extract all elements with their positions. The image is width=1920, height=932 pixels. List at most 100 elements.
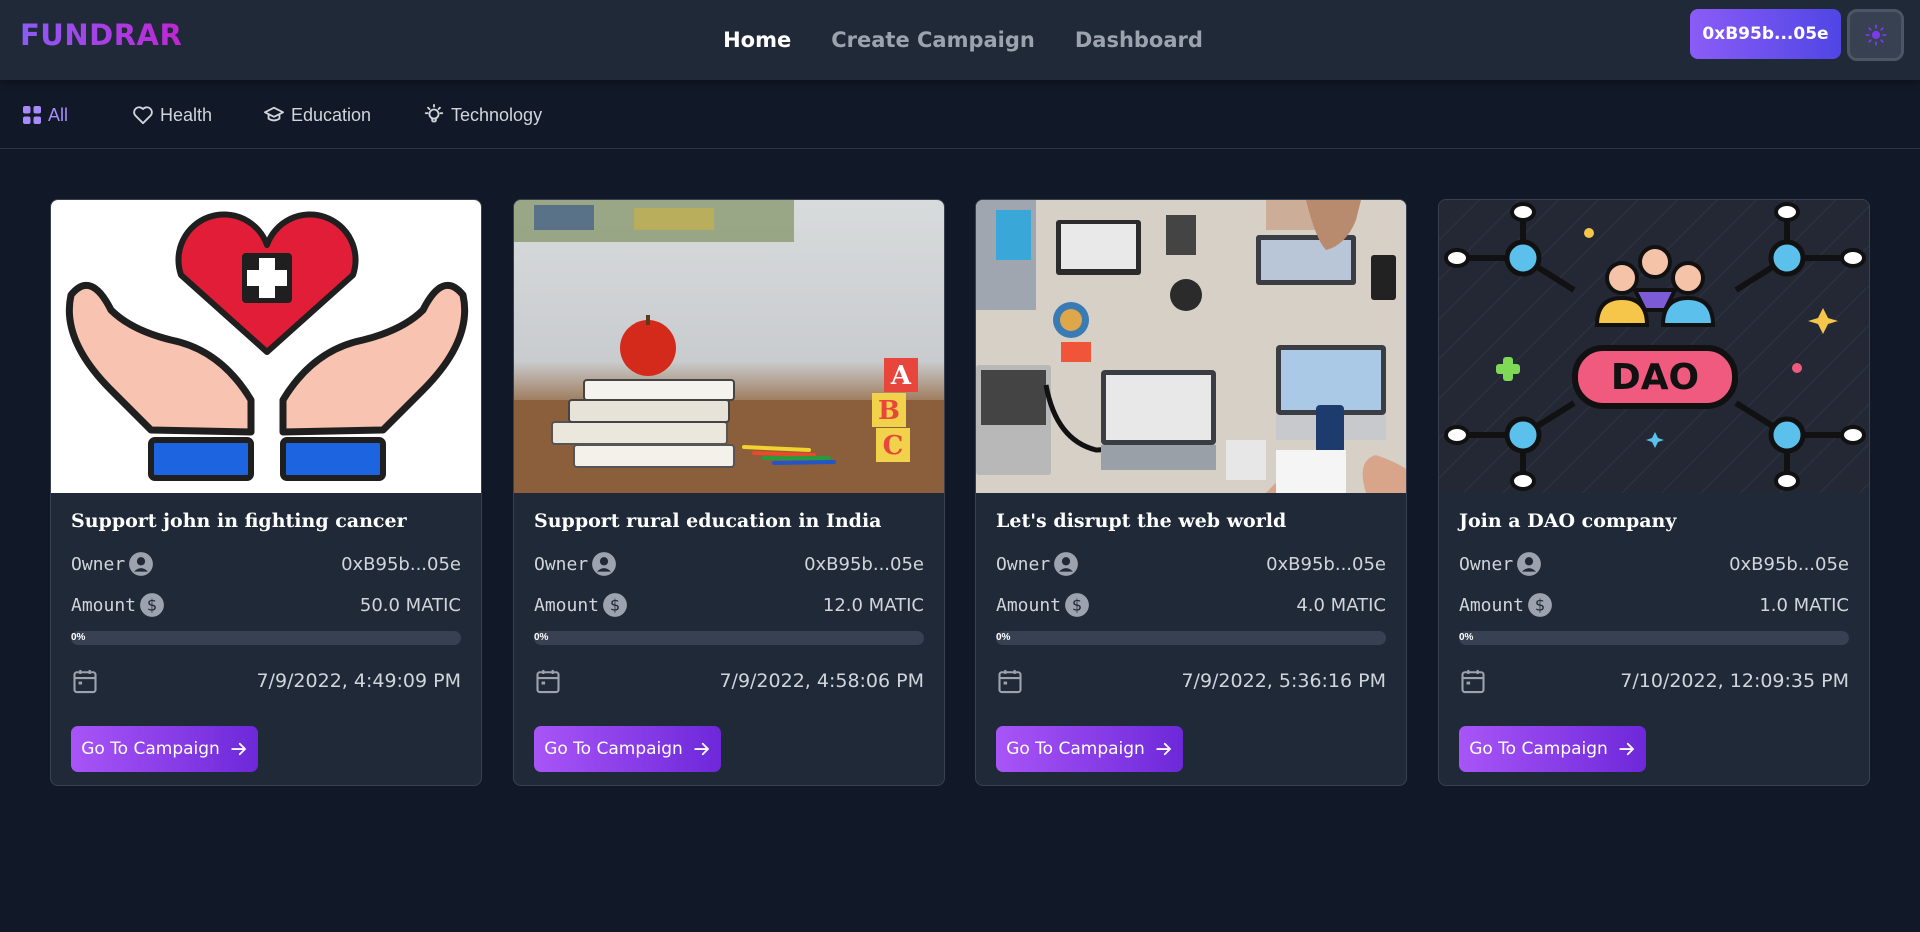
- hands-heart-illustration: [65, 211, 469, 481]
- dollar-circle-icon: $: [140, 593, 164, 617]
- category-health[interactable]: Health: [132, 102, 212, 128]
- amount-value: 4.0 MATIC: [1296, 594, 1386, 616]
- nav-dashboard[interactable]: Dashboard: [1075, 28, 1203, 52]
- campaign-card: Support john in fighting cancer Owner 0x…: [50, 199, 482, 786]
- owner-label: Owner: [996, 553, 1051, 575]
- progress-label: 0%: [1459, 632, 1474, 643]
- progress-bar: 0%: [1459, 631, 1849, 645]
- dollar-circle-icon: $: [1528, 593, 1552, 617]
- campaign-image-technology: [976, 200, 1406, 493]
- arrow-right-icon: [1156, 742, 1171, 756]
- amount-row: Amount $ 1.0 MATIC: [1459, 591, 1849, 619]
- go-to-campaign-button[interactable]: Go To Campaign: [1459, 726, 1646, 772]
- category-technology[interactable]: Technology: [423, 102, 542, 128]
- main-nav: Home Create Campaign Dashboard: [0, 0, 1920, 80]
- date-row: 7/9/2022, 5:36:16 PM: [996, 666, 1386, 696]
- amount-value: 1.0 MATIC: [1759, 594, 1849, 616]
- owner-address: 0xB95b...05e: [341, 553, 461, 575]
- lightbulb-icon: [424, 104, 444, 123]
- campaign-title: Let's disrupt the web world: [996, 510, 1287, 532]
- button-label: Go To Campaign: [81, 739, 220, 759]
- user-circle-icon: [592, 552, 617, 576]
- campaign-title: Support rural education in India: [534, 510, 882, 532]
- user-circle-icon: [129, 552, 154, 576]
- svg-text:$: $: [147, 595, 157, 614]
- sun-icon: [1864, 24, 1887, 46]
- campaign-date: 7/9/2022, 5:36:16 PM: [1181, 670, 1386, 692]
- amount-label: Amount: [534, 594, 600, 616]
- category-education[interactable]: Education: [263, 102, 371, 128]
- button-label: Go To Campaign: [544, 739, 683, 759]
- campaign-image-health: [51, 200, 481, 493]
- svg-text:A: A: [890, 361, 912, 391]
- category-label: Education: [291, 104, 372, 125]
- owner-label: Owner: [534, 553, 589, 575]
- amount-row: Amount $ 50.0 MATIC: [71, 591, 461, 619]
- category-all[interactable]: All: [22, 102, 68, 128]
- campaign-date: 7/9/2022, 4:49:09 PM: [256, 670, 461, 692]
- dao-image-text: DAO: [1611, 357, 1699, 398]
- owner-address: 0xB95b...05e: [1729, 553, 1849, 575]
- amount-value: 50.0 MATIC: [359, 594, 461, 616]
- calendar-icon: [536, 669, 560, 694]
- campaign-title: Support john in fighting cancer: [71, 510, 407, 532]
- svg-text:$: $: [610, 595, 620, 614]
- user-circle-icon: [1517, 552, 1542, 576]
- progress-label: 0%: [996, 632, 1011, 643]
- graduation-cap-icon: [263, 106, 284, 122]
- amount-row: Amount $ 4.0 MATIC: [996, 591, 1386, 619]
- svg-text:C: C: [883, 431, 904, 461]
- owner-address: 0xB95b...05e: [804, 553, 924, 575]
- owner-row: Owner 0xB95b...05e: [1459, 550, 1849, 578]
- go-to-campaign-button[interactable]: Go To Campaign: [996, 726, 1183, 772]
- category-filter-bar: All Health Education Technology: [0, 80, 1920, 149]
- laptops-desk-photo: [976, 200, 1406, 493]
- nav-home[interactable]: Home: [723, 28, 791, 52]
- owner-label: Owner: [71, 553, 126, 575]
- svg-text:B: B: [878, 396, 900, 426]
- campaign-card: Let's disrupt the web world Owner 0xB95b…: [975, 199, 1407, 786]
- button-label: Go To Campaign: [1006, 739, 1145, 759]
- progress-bar: 0%: [534, 631, 924, 645]
- theme-toggle-button[interactable]: [1847, 9, 1904, 61]
- date-row: 7/9/2022, 4:49:09 PM: [71, 666, 461, 696]
- campaign-date: 7/10/2022, 12:09:35 PM: [1620, 670, 1849, 692]
- books-apple-photo: A B C: [514, 200, 944, 493]
- amount-label: Amount: [71, 594, 137, 616]
- amount-label: Amount: [996, 594, 1062, 616]
- campaign-image-education: A B C: [514, 200, 944, 493]
- amount-value: 12.0 MATIC: [822, 594, 924, 616]
- progress-label: 0%: [71, 632, 86, 643]
- category-label: Health: [160, 104, 213, 125]
- grid-icon: [23, 106, 41, 124]
- arrow-right-icon: [231, 742, 246, 756]
- owner-row: Owner 0xB95b...05e: [71, 550, 461, 578]
- campaign-card: DAO Join a DAO company Owner 0xB95b...05…: [1438, 199, 1870, 786]
- user-circle-icon: [1054, 552, 1079, 576]
- svg-text:$: $: [1072, 595, 1082, 614]
- date-row: 7/10/2022, 12:09:35 PM: [1459, 666, 1849, 696]
- amount-label: Amount: [1459, 594, 1525, 616]
- wallet-address-button[interactable]: 0xB95b...05e: [1690, 9, 1841, 59]
- calendar-icon: [73, 669, 97, 694]
- owner-label: Owner: [1459, 553, 1514, 575]
- calendar-icon: [998, 669, 1022, 694]
- progress-bar: 0%: [996, 631, 1386, 645]
- arrow-right-icon: [1619, 742, 1634, 756]
- progress-bar: 0%: [71, 631, 461, 645]
- nav-create-campaign[interactable]: Create Campaign: [831, 28, 1035, 52]
- calendar-icon: [1461, 669, 1485, 694]
- arrow-right-icon: [694, 742, 709, 756]
- date-row: 7/9/2022, 4:58:06 PM: [534, 666, 924, 696]
- go-to-campaign-button[interactable]: Go To Campaign: [71, 726, 258, 772]
- button-label: Go To Campaign: [1469, 739, 1608, 759]
- category-label: All: [48, 104, 69, 125]
- campaign-date: 7/9/2022, 4:58:06 PM: [719, 670, 924, 692]
- category-label: Technology: [451, 104, 543, 125]
- owner-row: Owner 0xB95b...05e: [534, 550, 924, 578]
- progress-label: 0%: [534, 632, 549, 643]
- owner-address: 0xB95b...05e: [1266, 553, 1386, 575]
- dao-network-illustration: DAO: [1439, 200, 1869, 493]
- campaign-card: A B C Support rural education in India O…: [513, 199, 945, 786]
- go-to-campaign-button[interactable]: Go To Campaign: [534, 726, 721, 772]
